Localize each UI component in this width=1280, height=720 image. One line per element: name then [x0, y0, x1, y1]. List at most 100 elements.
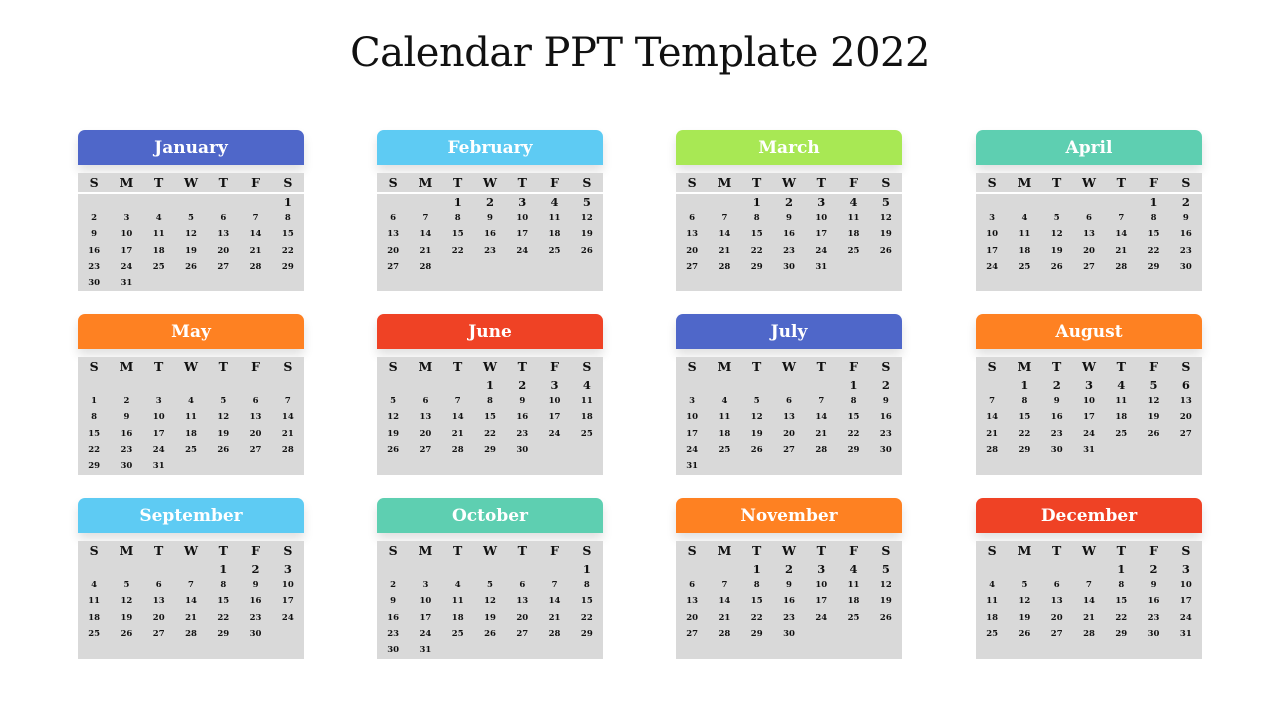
day-cell: 14 — [451, 412, 464, 423]
weekday-label: T — [453, 359, 463, 374]
weekday-label: M — [119, 359, 134, 374]
day-cell: 5 — [1021, 580, 1028, 591]
weekday-label: S — [987, 543, 997, 558]
day-grid: 1 2 3 4 5 6 7 8 9 10 11 12 13 14 15 16 17 18 19 20 21 22 23 24 2… — [976, 561, 1202, 642]
weekday-label: T — [816, 175, 826, 190]
month-card-june: June S M T W T F S 1 2 3 4 5 6 7 8 9 10 11 12 13 14 15 16 17 18 1… — [377, 314, 603, 476]
day-cell: 21 — [548, 612, 561, 623]
day-cell: 9 — [786, 213, 792, 224]
day-cell: 9 — [786, 580, 792, 591]
day-cell: 19 — [750, 428, 763, 439]
weekday-label: S — [582, 359, 592, 374]
day-cell: 20 — [387, 245, 400, 256]
day-cell: 20 — [1050, 612, 1063, 623]
weekday-label: T — [752, 543, 762, 558]
day-cell: 10 — [152, 412, 165, 423]
day-cell: 18 — [451, 612, 464, 623]
day-cell: 24 — [419, 628, 432, 639]
day-cell: 31 — [1179, 628, 1192, 639]
day-cell: 3 — [817, 195, 826, 209]
empty-day-cell — [78, 561, 110, 577]
weekday-header-row: SMTWTFS — [78, 357, 304, 377]
day-cell: 27 — [249, 444, 262, 455]
day-cell: 19 — [217, 428, 230, 439]
day-cell: 30 — [783, 628, 795, 639]
day-cell: 22 — [847, 428, 860, 439]
day-cell: 10 — [686, 412, 699, 423]
day-cell: 19 — [387, 428, 400, 439]
empty-day-cell — [143, 377, 175, 393]
empty-day-cell — [442, 377, 474, 393]
day-cell: 6 — [689, 213, 696, 224]
weekday-label: S — [1181, 175, 1191, 190]
day-cell: 20 — [1083, 245, 1095, 256]
day-grid: 1 2 3 4 5 6 7 8 9 10 11 12 13 14 15 16 17 18 19 20 21 22 23 24 2… — [676, 194, 902, 275]
day-cell: 25 — [152, 261, 165, 272]
day-cell: 15 — [1115, 596, 1128, 607]
weekday-header-row: SMTWTFS — [377, 173, 603, 194]
weekday-label: W — [1081, 359, 1097, 374]
day-cell: 25 — [548, 245, 561, 256]
day-cell: 14 — [185, 596, 197, 607]
day-cell: 2 — [251, 562, 260, 576]
month-body: SMTWTFS 1 2 3 4 5 6 7 8 9 10 11 12 13 14 15 16 17 18 19 20 2… — [676, 357, 902, 475]
day-cell: 27 — [1083, 261, 1095, 272]
day-cell: 21 — [451, 428, 464, 439]
weekday-label: S — [1181, 543, 1191, 558]
day-cell: 12 — [217, 412, 230, 423]
day-cell: 29 — [484, 444, 496, 455]
day-cell: 9 — [91, 229, 98, 240]
empty-day-cell — [143, 194, 175, 210]
month-card-august: August S M T W T F S 1 2 3 4 5 6 7 8 9 10 11 12 13 14 15 16 17 1… — [976, 314, 1202, 476]
weekday-label: T — [517, 175, 527, 190]
day-cell: 30 — [1179, 261, 1192, 272]
day-cell: 25 — [847, 612, 860, 623]
month-header: September — [78, 498, 304, 533]
weekday-label: T — [218, 359, 228, 374]
day-cell: 3 — [155, 396, 162, 407]
month-card-july: July S M T W T F S 1 2 3 4 5 6 7 8 9 10 11 12 13 14 15 16 17 18 1… — [676, 314, 902, 476]
day-cell: 16 — [249, 596, 262, 607]
day-cell: 18 — [548, 229, 561, 240]
day-cell: 23 — [783, 612, 795, 623]
day-grid: 1 2 3 4 5 6 7 8 9 10 11 12 13 14 15 16 17 18 19 20 21 22 23 24 2… — [377, 377, 603, 458]
day-cell: 7 — [721, 580, 728, 591]
empty-day-cell — [676, 194, 708, 210]
day-cell: 21 — [718, 245, 731, 256]
day-cell: 8 — [753, 580, 760, 591]
weekday-label: S — [283, 359, 293, 374]
day-cell: 4 — [454, 580, 461, 591]
day-cell: 26 — [580, 245, 593, 256]
day-cell: 6 — [1181, 378, 1190, 392]
day-cell: 12 — [1050, 229, 1063, 240]
day-cell: 29 — [217, 628, 230, 639]
day-cell: 19 — [185, 245, 197, 256]
weekday-label: S — [987, 359, 997, 374]
day-cell: 27 — [1050, 628, 1063, 639]
day-cell: 8 — [1021, 396, 1028, 407]
day-cell: 28 — [1083, 628, 1095, 639]
day-cell: 12 — [750, 412, 763, 423]
day-cell: 31 — [686, 460, 699, 471]
day-cell: 20 — [249, 428, 262, 439]
weekday-label: S — [283, 543, 293, 558]
weekday-label: F — [1149, 359, 1158, 374]
day-cell: 27 — [516, 628, 529, 639]
weekday-label: F — [251, 175, 260, 190]
day-cell: 6 — [1086, 213, 1092, 224]
weekday-label: T — [1052, 175, 1062, 190]
day-cell: 22 — [1018, 428, 1031, 439]
day-cell: 2 — [784, 562, 793, 576]
day-cell: 25 — [580, 428, 593, 439]
weekday-label: T — [1116, 543, 1126, 558]
day-cell: 19 — [580, 229, 593, 240]
day-cell: 1 — [582, 562, 591, 576]
month-body: SMTWTFS 1 2 3 4 5 6 7 8 9 10 11 12 13 14 15 16 17 18 19 20 2… — [976, 173, 1202, 291]
day-cell: 30 — [1147, 628, 1160, 639]
day-cell: 27 — [686, 261, 699, 272]
day-cell: 26 — [120, 628, 133, 639]
day-cell: 29 — [1115, 628, 1128, 639]
day-cell: 30 — [1050, 444, 1063, 455]
day-cell: 7 — [422, 213, 429, 224]
day-cell: 4 — [989, 580, 996, 591]
